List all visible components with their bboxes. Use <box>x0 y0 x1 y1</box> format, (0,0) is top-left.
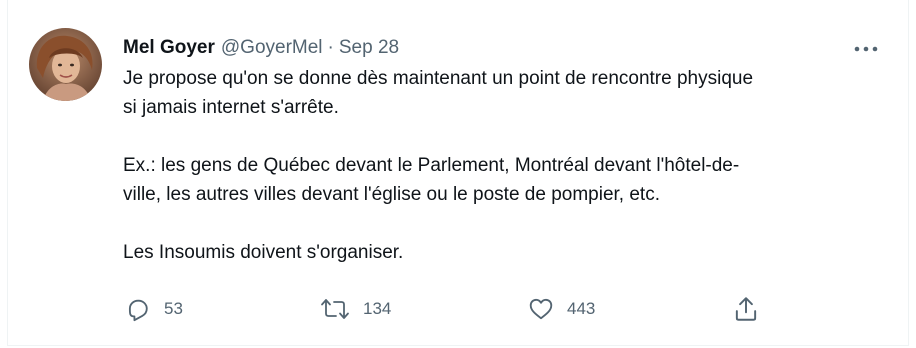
author-name[interactable]: Mel Goyer <box>123 37 215 59</box>
avatar-image <box>29 28 102 101</box>
more-options-button[interactable] <box>852 40 880 58</box>
retweet-button[interactable]: 134 <box>320 292 391 326</box>
like-button[interactable]: 443 <box>528 292 595 326</box>
tweet-line: Les Insoumis doivent s'organiser. <box>123 242 404 263</box>
heart-icon <box>529 298 553 320</box>
share-icon <box>735 297 757 321</box>
tweet-line: Je propose qu'on se donne dès maintenant… <box>123 68 754 89</box>
share-button[interactable] <box>733 292 759 326</box>
tweet-card[interactable]: Mel Goyer @GoyerMel · Sep 28 Je propose … <box>7 0 909 346</box>
tweet-text: Je propose qu'on se donne dès maintenant… <box>123 64 883 267</box>
tweet-line: ville, les autres villes devant l'église… <box>123 184 660 205</box>
retweet-icon <box>321 299 349 319</box>
avatar[interactable] <box>29 28 102 101</box>
reply-button[interactable]: 53 <box>125 292 183 326</box>
tweet-header: Mel Goyer @GoyerMel · Sep 28 <box>123 35 399 61</box>
author-handle[interactable]: @GoyerMel <box>221 37 323 59</box>
reply-count: 53 <box>164 299 183 318</box>
tweet-actions: 53 134 443 <box>123 292 773 326</box>
reply-icon <box>128 299 148 322</box>
tweet-date[interactable]: Sep 28 <box>339 37 399 59</box>
more-horizontal-icon <box>854 46 878 52</box>
separator-dot: · <box>327 37 334 58</box>
like-count: 443 <box>567 299 596 318</box>
tweet-line: Ex.: les gens de Québec devant le Parlem… <box>123 155 740 176</box>
tweet-line: si jamais internet s'arrête. <box>123 97 339 118</box>
retweet-count: 134 <box>363 299 392 318</box>
